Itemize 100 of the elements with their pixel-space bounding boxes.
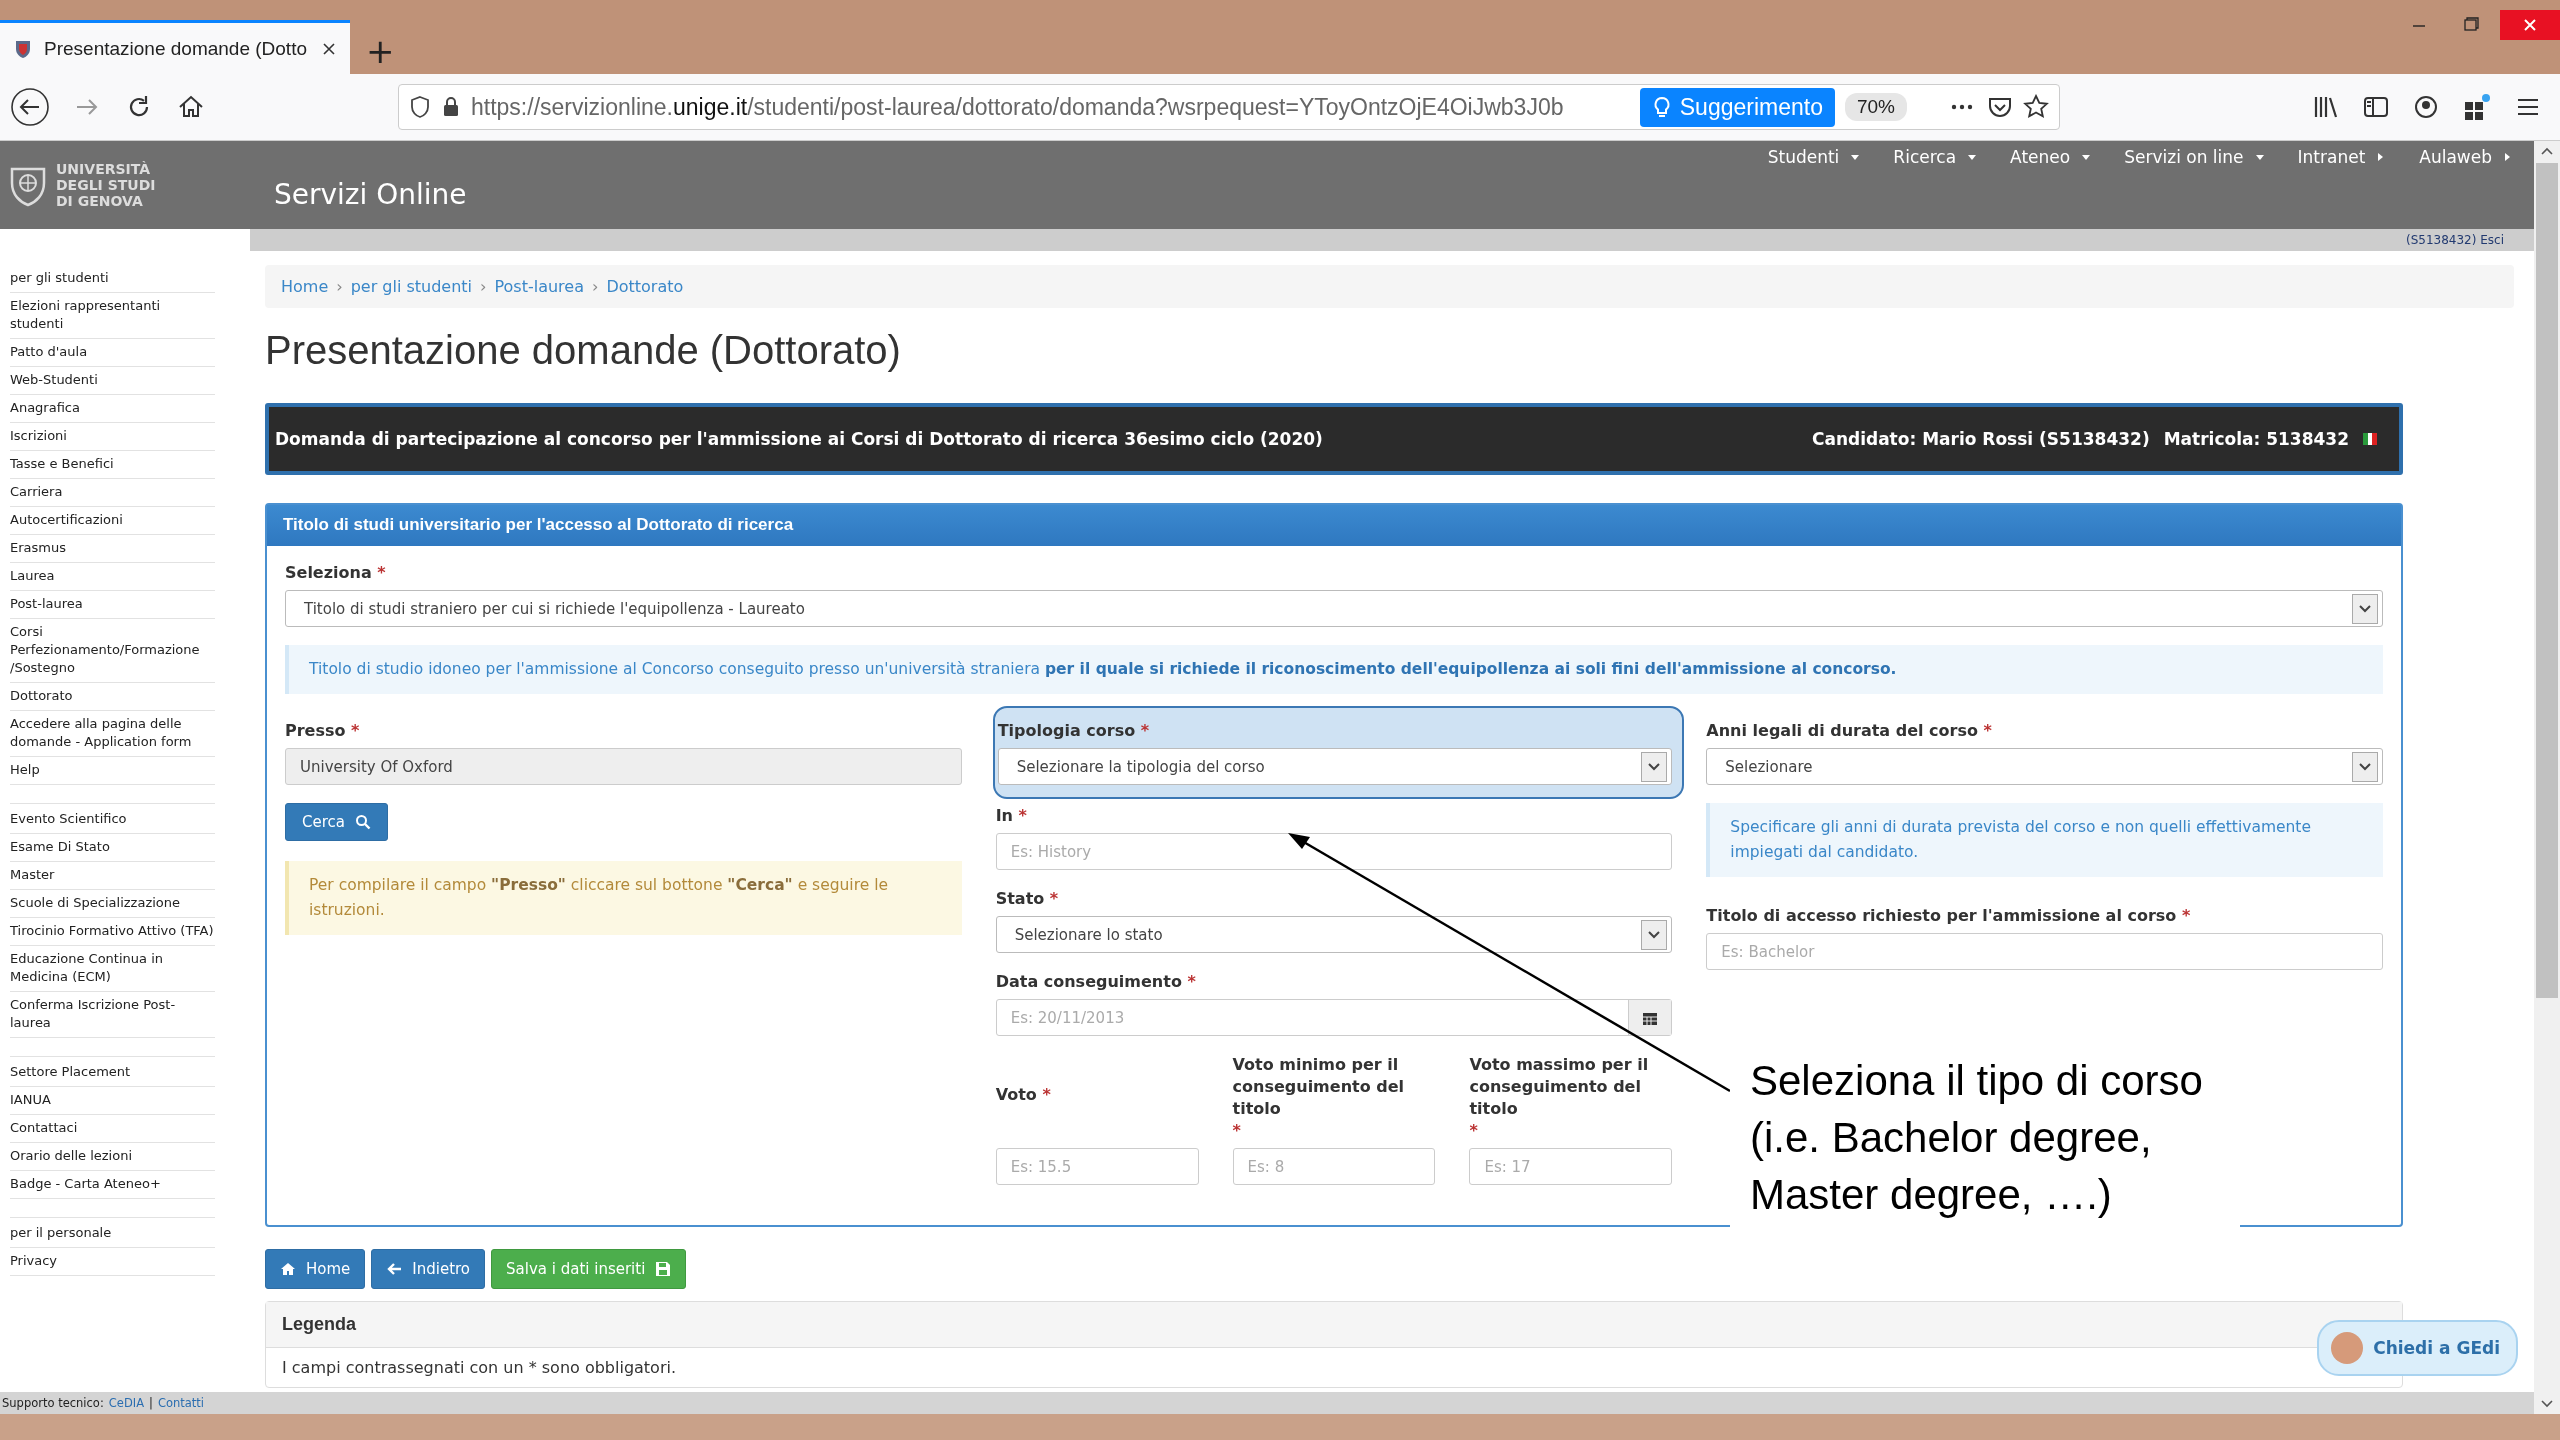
required-mark: *: [1232, 1121, 1241, 1140]
sidebar-link[interactable]: Orario delle lezioni: [10, 1143, 215, 1171]
sidebar-link[interactable]: Erasmus: [10, 535, 215, 563]
home-button[interactable]: Home: [265, 1249, 366, 1289]
breadcrumb-link[interactable]: Home: [281, 277, 329, 296]
close-icon[interactable]: [322, 41, 336, 56]
required-mark: *: [377, 563, 386, 582]
required-mark: *: [1042, 1085, 1051, 1104]
extensions-icon[interactable]: [2462, 93, 2492, 121]
required-mark: *: [351, 721, 360, 740]
account-icon[interactable]: [2412, 94, 2440, 120]
text-field[interactable]: Es: Bachelor: [1706, 933, 2383, 970]
sidebar-link[interactable]: Scuole di Specializzazione: [10, 890, 215, 918]
field-label: Tipologia corso: [997, 720, 1136, 742]
sidebar-link[interactable]: Anagrafica: [10, 395, 215, 423]
dropdown[interactable]: Titolo di studi straniero per cui si richiede l'equipollenza - Laureato: [285, 590, 2383, 627]
library-icon[interactable]: [2312, 94, 2340, 120]
menu-item[interactable]: Servizi on line: [2124, 147, 2266, 167]
field-label: Voto minimo per il conseguimento del titolo: [1232, 1054, 1406, 1120]
breadcrumb-separator: ›: [480, 277, 487, 296]
pocket-icon[interactable]: [1987, 95, 2013, 119]
sidebar-icon[interactable]: [2362, 94, 2390, 120]
sidebar-link[interactable]: Help: [10, 757, 215, 785]
sidebar-link[interactable]: Esame Di Stato: [10, 834, 215, 862]
footer-link[interactable]: Contatti: [157, 1396, 204, 1410]
info-note: Specificare gli anni di durata prevista del corso e non quelli effettivamente impiegati dal candidato.: [1706, 803, 2383, 877]
sidebar-link[interactable]: Corsi Perfezionamento/Formazione /Sostegno: [10, 619, 215, 683]
back-button[interactable]: Indietro: [371, 1249, 486, 1289]
required-mark: *: [1140, 721, 1150, 740]
sidebar-link[interactable]: Web-Studenti: [10, 367, 215, 395]
zoom-level-button[interactable]: 70%: [1844, 93, 1907, 121]
sidebar-link[interactable]: per il personale: [10, 1220, 215, 1248]
sidebar-link[interactable]: per gli studenti: [10, 265, 215, 293]
lightbulb-icon: [1651, 95, 1672, 119]
sidebar-link[interactable]: Master: [10, 862, 215, 890]
footer-link[interactable]: CeDIA: [108, 1396, 144, 1410]
suggestion-button[interactable]: Suggerimento: [1639, 87, 1835, 127]
breadcrumb-link[interactable]: Dottorato: [606, 277, 684, 296]
sidebar-link[interactable]: Contattaci: [10, 1115, 215, 1143]
dropdown[interactable]: Selezionare la tipologia del corso: [997, 748, 1673, 785]
chat-button[interactable]: Chiedi a GEdi: [2317, 1320, 2518, 1376]
menu-item[interactable]: Studenti: [1767, 147, 1862, 167]
text-field[interactable]: Es: 8: [1232, 1148, 1436, 1185]
sidebar-link[interactable]: Iscrizioni: [10, 423, 215, 451]
sidebar-link[interactable]: Laurea: [10, 563, 215, 591]
chevron-down-icon: [2352, 593, 2378, 624]
sidebar-link[interactable]: Conferma Iscrizione Post-laurea: [10, 992, 215, 1038]
sidebar-link[interactable]: Evento Scientifico: [10, 806, 215, 834]
sidebar-link[interactable]: Patto d'aula: [10, 339, 215, 367]
star-icon[interactable]: [2023, 94, 2049, 120]
menu-item[interactable]: Aulaweb: [2419, 147, 2514, 167]
sidebar-link[interactable]: Autocertificazioni: [10, 507, 215, 535]
sidebar-link[interactable]: Accedere alla pagina delle domande - Application form: [10, 711, 215, 757]
new-tab-button[interactable]: +: [350, 34, 411, 74]
sidebar-link[interactable]: Dottorato: [10, 683, 215, 711]
sidebar-link[interactable]: Settore Placement: [10, 1059, 215, 1087]
field-label: Presso: [285, 720, 346, 742]
address-bar[interactable]: https://servizionline.unige.it/studenti/post-laurea/dottorato/domanda?wsrpequest=YToyOntzOjE4OiJwb3J0b Suggerimento 70%: [398, 84, 2060, 130]
text-field[interactable]: Es: History: [995, 833, 1673, 870]
text-field[interactable]: Es: 15.5: [995, 1148, 1199, 1185]
sidebar-link[interactable]: Badge - Carta Ateneo+: [10, 1171, 215, 1199]
sidebar-link[interactable]: Tasse e Benefici: [10, 451, 215, 479]
field-label: Seleziona: [285, 562, 372, 584]
breadcrumb-separator: ›: [592, 277, 599, 296]
sidebar-link[interactable]: Privacy: [10, 1248, 215, 1276]
browser-tab[interactable]: Presentazione domande (Dotto: [0, 20, 350, 74]
field-label: Data conseguimento: [995, 971, 1182, 993]
menu-item[interactable]: Intranet: [2297, 147, 2388, 167]
sidebar-link[interactable]: Post-laurea: [10, 591, 215, 619]
sidebar-link[interactable]: Tirocinio Formativo Attivo (TFA): [10, 918, 215, 946]
user-logout-link[interactable]: (S5138432) Esci: [2406, 233, 2504, 247]
menu-item[interactable]: Ricerca: [1893, 147, 1979, 167]
sidebar-link[interactable]: IANUA: [10, 1087, 215, 1115]
sidebar-link[interactable]: Elezioni rappresentanti studenti: [10, 293, 215, 339]
home-icon: [280, 1261, 296, 1277]
scrollbar[interactable]: [2534, 141, 2560, 1414]
shield-icon: [409, 95, 431, 119]
url-text: https://servizionline.unige.it/studenti/post-laurea/dottorato/domanda?wsrpequest=YToyOntzOjE4OiJwb3J0b: [471, 93, 1565, 121]
back-icon[interactable]: [10, 87, 50, 127]
field-label: Stato: [995, 888, 1045, 910]
chevron-down-icon: [1641, 751, 1668, 782]
legend-text: I campi contrassegnati con un * sono obbligatori.: [281, 1357, 677, 1379]
field-label: Voto: [995, 1084, 1037, 1106]
warning-note: Per compilare il campo "Presso" cliccare sul bottone "Cerca" e seguire le istruzioni.: [285, 861, 962, 935]
dropdown[interactable]: Selezionare lo stato: [995, 916, 1673, 953]
text-field[interactable]: Es: 17: [1469, 1148, 1673, 1185]
dropdown[interactable]: Selezionare: [1706, 748, 2383, 785]
required-mark: *: [1983, 721, 1992, 740]
field-label: Titolo di accesso richiesto per l'ammissione al corso: [1706, 905, 2177, 927]
banner-text: Domanda di partecipazione al concorso per l'ammissione ai Corsi di Dottorato di ricerca 36esimo ciclo (2020): [275, 429, 1323, 449]
breadcrumb-link[interactable]: Post-laurea: [494, 277, 584, 296]
breadcrumb-link[interactable]: per gli studenti: [350, 277, 473, 296]
menu-item[interactable]: Ateneo: [2010, 147, 2093, 167]
close-window-button[interactable]: [2500, 10, 2560, 40]
search-button[interactable]: Cerca: [285, 803, 388, 841]
scroll-down-icon: [2539, 1398, 2555, 1410]
text-field[interactable]: University Of Oxford: [285, 748, 962, 785]
sidebar-link[interactable]: Carriera: [10, 479, 215, 507]
sidebar-link[interactable]: Educazione Continua in Medicina (ECM): [10, 946, 215, 992]
flag-icon: [2363, 433, 2377, 445]
